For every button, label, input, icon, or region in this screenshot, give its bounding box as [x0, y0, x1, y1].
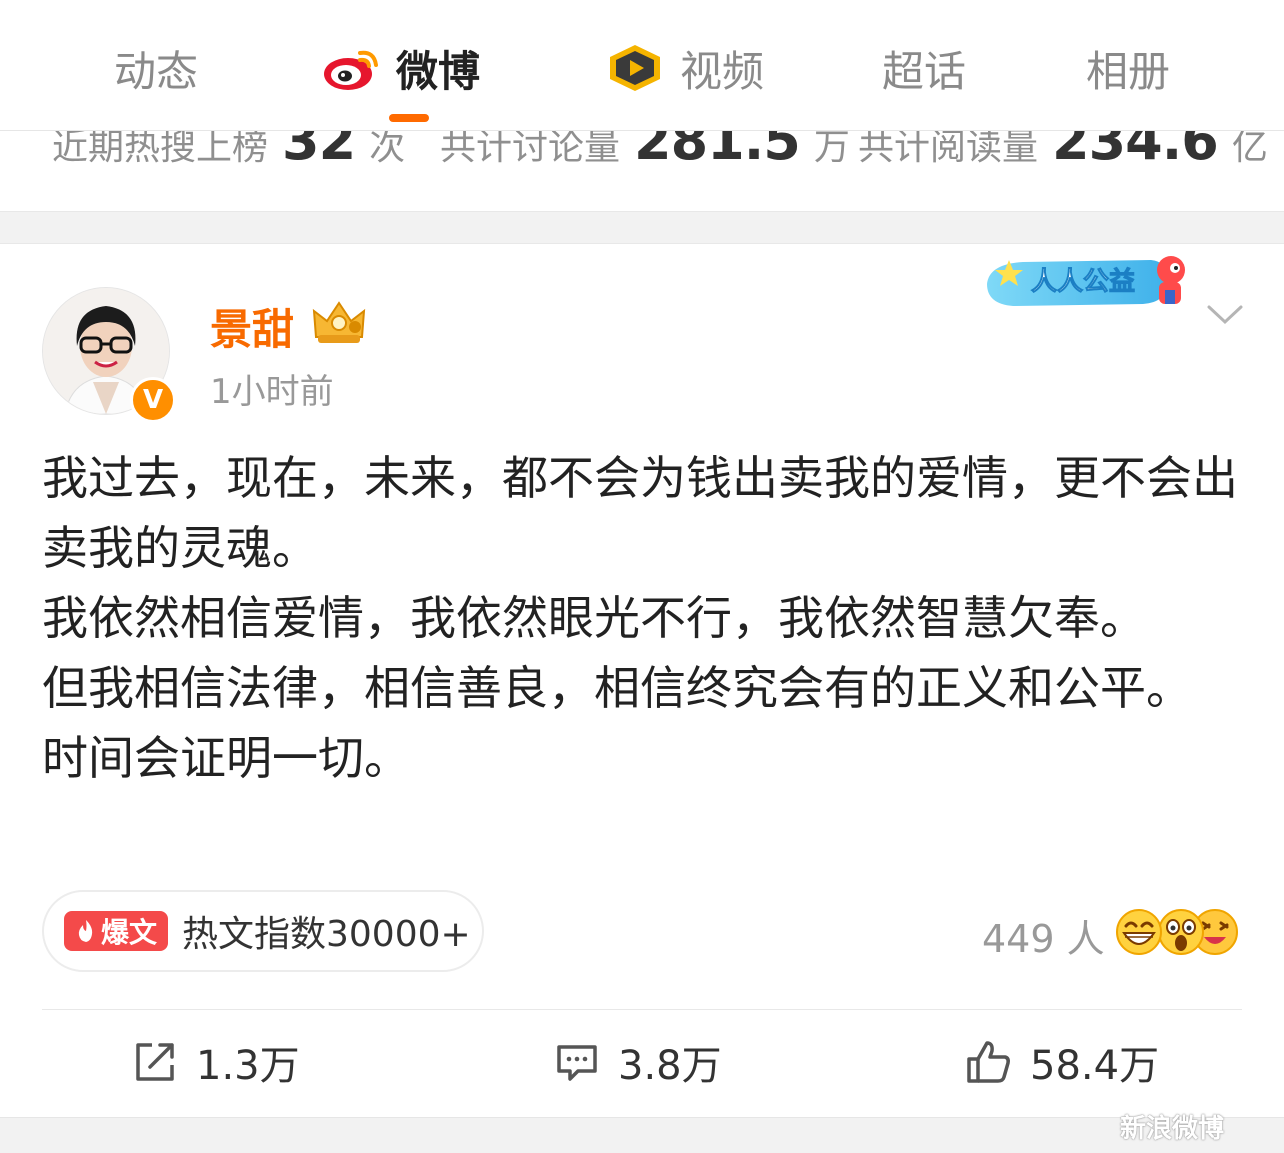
video-tab-icon: [610, 45, 660, 91]
section-divider: [0, 211, 1284, 244]
like-count: 58.4万: [1030, 1043, 1160, 1089]
hot-article-tag: 爆文: [64, 911, 168, 951]
comment-button[interactable]: 3.8万: [554, 1034, 722, 1090]
grin-emoji-icon: [1116, 909, 1162, 955]
hot-tag-label: 爆文: [100, 916, 157, 949]
comment-icon: [557, 1045, 597, 1081]
tab-album[interactable]: 相册: [1086, 38, 1170, 98]
verified-mark: V: [142, 385, 164, 415]
bottom-separator: [0, 1117, 1284, 1153]
divider: [42, 1009, 1242, 1010]
active-tab-indicator: [389, 114, 429, 122]
stat-label: 近期热搜上榜: [52, 131, 269, 168]
tab-super-topic-label: 超话: [882, 46, 967, 96]
weibo-logo-icon: [324, 50, 378, 90]
stat-value: 32: [282, 131, 356, 172]
post-paragraph: 但我相信法律，相信善良，相信终究会有的正义和公平。: [42, 661, 1192, 715]
post-paragraph: 时间会证明一切。: [42, 731, 410, 785]
watermark: 新浪微博: [1120, 1114, 1225, 1144]
repost-button[interactable]: 1.3万: [132, 1034, 300, 1090]
post-paragraph: 我依然相信爱情，我依然眼光不行，我依然智慧欠奉。: [42, 591, 1146, 645]
tab-super-topic[interactable]: 超话: [882, 38, 966, 98]
tab-album-label: 相册: [1086, 46, 1171, 96]
stat-hot-search: 近期热搜上榜 32 次: [52, 131, 405, 172]
post-content: 我过去，现在，未来，都不会为钱出卖我的爱情，更不会出卖我的灵魂。 我依然相信爱情…: [42, 443, 1242, 793]
username[interactable]: 景甜: [210, 296, 294, 357]
stats-strip: 近期热搜上榜 32 次 共计讨论量 281.5 万 共计阅读量 234.6 亿: [0, 131, 1284, 211]
stat-discussion: 共计讨论量 281.5 万: [440, 131, 850, 172]
tab-weibo[interactable]: 微博: [322, 38, 480, 98]
hot-article-pill[interactable]: 爆文 热文指数30000+: [42, 890, 484, 972]
tab-weibo-label: 微博: [396, 46, 481, 96]
flame-icon: [78, 920, 93, 942]
stat-label: 共计阅读量: [858, 131, 1039, 168]
stat-unit: 亿: [1231, 131, 1268, 168]
thumbs-up-icon: [967, 1041, 1010, 1083]
stat-reads: 共计阅读量 234.6 亿: [858, 131, 1268, 172]
stat-value: 281.5: [634, 131, 801, 172]
top-tab-bar: 动态 微博 视频 超话 相册: [0, 0, 1284, 131]
stat-value: 234.6: [1052, 131, 1219, 172]
verified-badge-icon: V: [130, 377, 176, 423]
repost-count: 1.3万: [196, 1043, 300, 1089]
like-button[interactable]: 58.4万: [966, 1034, 1159, 1090]
vip-crown-icon[interactable]: [310, 297, 368, 347]
stat-unit: 万: [813, 131, 850, 168]
post-paragraph: 我过去，现在，未来，都不会为钱出卖我的爱情，更不会出卖我的灵魂。: [42, 451, 1238, 575]
chevron-down-icon[interactable]: [1206, 303, 1244, 327]
post-timestamp: 1小时前: [210, 372, 334, 412]
hot-index-text: 热文指数30000+: [182, 914, 471, 955]
charity-campaign-badge[interactable]: 人人公益: [983, 250, 1198, 312]
campaign-badge-label: 人人公益: [1031, 267, 1135, 297]
reactions-count[interactable]: 449 人: [982, 908, 1105, 963]
stat-label: 共计讨论量: [440, 131, 621, 168]
stat-unit: 次: [369, 131, 406, 168]
tab-video[interactable]: 视频: [604, 38, 764, 98]
tab-dynamic[interactable]: 动态: [114, 38, 198, 98]
repost-icon: [136, 1043, 174, 1081]
tab-dynamic-label: 动态: [114, 46, 199, 96]
tab-video-label: 视频: [680, 46, 765, 96]
comment-count: 3.8万: [618, 1043, 722, 1089]
